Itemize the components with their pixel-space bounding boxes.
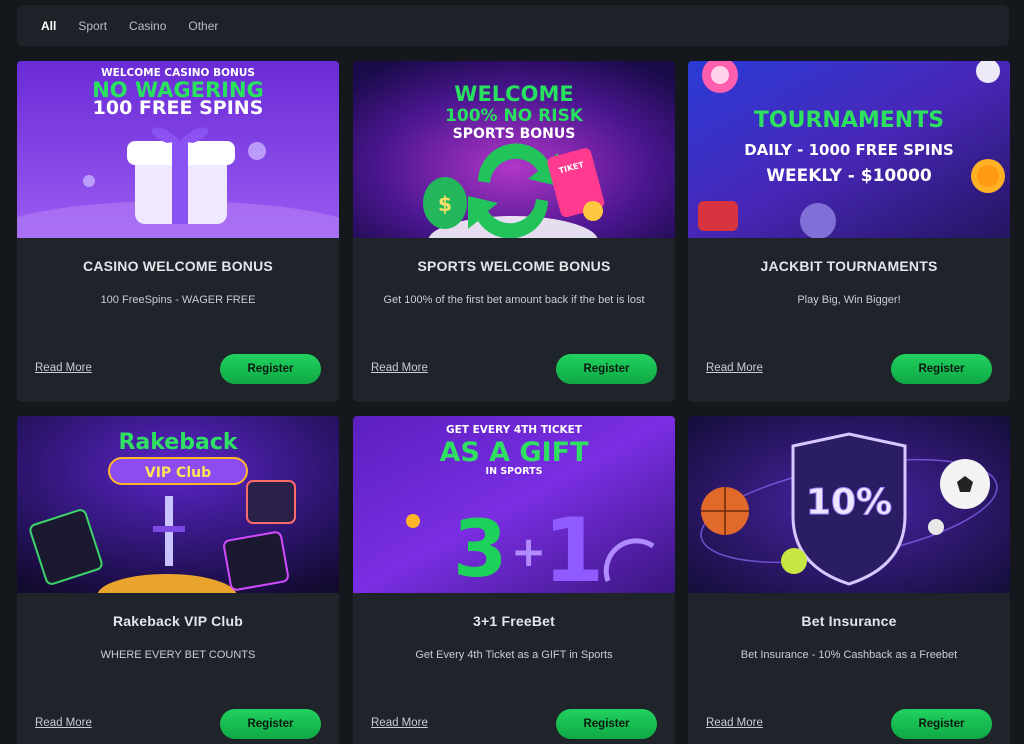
banner-line1: WELCOME	[454, 82, 573, 106]
card-description: Play Big, Win Bigger!	[797, 294, 901, 306]
promo-card-rakeback-vip: Rakeback VIP Club Rakeback VIP Club WHER…	[17, 416, 339, 744]
card-description: WHERE EVERY BET COUNTS	[100, 649, 256, 661]
promo-card-tournaments: TOURNAMENTS DAILY - 1000 FREE SPINS WEEK…	[688, 61, 1010, 402]
filter-tab-sport[interactable]: Sport	[70, 15, 115, 37]
coin-icon	[971, 159, 1005, 193]
soccer-ball-icon	[940, 459, 990, 509]
banner-line1: 10%	[806, 482, 892, 523]
promo-banner[interactable]: WELCOME CASINO BONUS NO WAGERING 100 FRE…	[17, 61, 339, 238]
card-title: Rakeback VIP Club	[113, 613, 243, 629]
register-button[interactable]: Register	[220, 709, 321, 739]
card-title: 3+1 FreeBet	[473, 613, 555, 629]
category-filter-bar: All Sport Casino Other	[17, 5, 1009, 46]
promo-card-casino-welcome: WELCOME CASINO BONUS NO WAGERING 100 FRE…	[17, 61, 339, 402]
promo-card-bet-insurance: 10% Bet Insurance Bet Insurance - 10% Ca…	[688, 416, 1010, 744]
svg-text:$: $	[438, 192, 452, 216]
promo-banner[interactable]: 3 + 1 GET EVERY 4TH TICKET AS A GIFT IN …	[353, 416, 675, 593]
read-more-link[interactable]: Read More	[706, 717, 763, 729]
card-description: Get 100% of the first bet amount back if…	[383, 294, 645, 306]
register-button[interactable]: Register	[556, 354, 657, 384]
banner-line2: 100% NO RISK	[445, 106, 584, 126]
banner-line3: IN SPORTS	[486, 466, 543, 477]
banner-line3: WEEKLY - $10000	[766, 166, 932, 186]
register-button[interactable]: Register	[891, 709, 992, 739]
banner-line1: GET EVERY 4TH TICKET	[446, 424, 583, 436]
svg-text:3: 3	[453, 505, 507, 593]
card-description: 100 FreeSpins - WAGER FREE	[100, 294, 256, 306]
svg-text:+: +	[511, 527, 546, 576]
banner-line3: 100 FREE SPINS	[93, 97, 264, 119]
read-more-link[interactable]: Read More	[706, 362, 763, 374]
banner-line1: TOURNAMENTS	[754, 108, 944, 133]
banner-line2: AS A GIFT	[439, 437, 589, 468]
basketball-icon	[701, 487, 749, 535]
filter-tab-casino[interactable]: Casino	[121, 15, 174, 37]
card-title: SPORTS WELCOME BONUS	[417, 258, 611, 274]
banner-line2: VIP Club	[145, 465, 211, 481]
read-more-link[interactable]: Read More	[35, 717, 92, 729]
gift-box-icon	[127, 127, 235, 224]
filter-tab-other[interactable]: Other	[180, 15, 226, 37]
read-more-link[interactable]: Read More	[35, 362, 92, 374]
register-button[interactable]: Register	[220, 354, 321, 384]
promo-card-freebet: 3 + 1 GET EVERY 4TH TICKET AS A GIFT IN …	[353, 416, 675, 744]
promo-banner[interactable]: $ TIKET WELCOME 100% NO RISK SPORTS BONU…	[353, 61, 675, 238]
promo-card-sports-welcome: $ TIKET WELCOME 100% NO RISK SPORTS BONU…	[353, 61, 675, 402]
read-more-link[interactable]: Read More	[371, 717, 428, 729]
register-button[interactable]: Register	[891, 354, 992, 384]
card-title: Bet Insurance	[801, 613, 897, 629]
register-button[interactable]: Register	[556, 709, 657, 739]
svg-text:1: 1	[543, 499, 604, 593]
card-title: CASINO WELCOME BONUS	[83, 258, 273, 274]
tennis-ball-icon	[781, 548, 807, 574]
read-more-link[interactable]: Read More	[371, 362, 428, 374]
card-description: Bet Insurance - 10% Cashback as a Freebe…	[740, 649, 958, 661]
promo-banner[interactable]: 10%	[688, 416, 1010, 593]
promo-banner[interactable]: TOURNAMENTS DAILY - 1000 FREE SPINS WEEK…	[688, 61, 1010, 238]
card-description: Get Every 4th Ticket as a GIFT in Sports	[415, 649, 613, 661]
promo-banner[interactable]: Rakeback VIP Club	[17, 416, 339, 593]
banner-line3: SPORTS BONUS	[453, 126, 576, 142]
banner-line2: DAILY - 1000 FREE SPINS	[744, 141, 954, 159]
filter-tab-all[interactable]: All	[33, 15, 64, 37]
card-title: JACKBIT TOURNAMENTS	[760, 258, 938, 274]
banner-line1: Rakeback	[118, 430, 238, 455]
money-bag-icon: $	[423, 177, 467, 229]
